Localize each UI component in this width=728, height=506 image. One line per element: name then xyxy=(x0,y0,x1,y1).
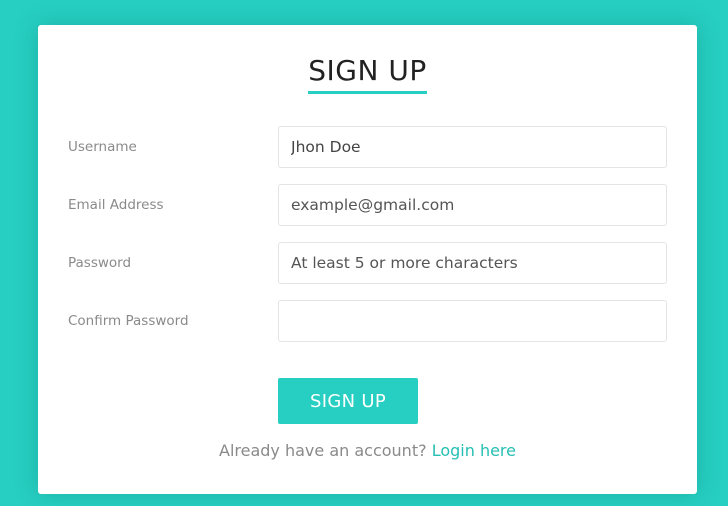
email-row: Email Address xyxy=(38,184,697,226)
password-label: Password xyxy=(68,255,132,271)
email-label: Email Address xyxy=(68,197,164,213)
confirm-password-row: Confirm Password xyxy=(38,300,697,342)
email-input[interactable] xyxy=(278,184,667,226)
username-label: Username xyxy=(68,139,137,155)
title-wrapper: SIGN UP xyxy=(38,53,697,94)
login-link[interactable]: Login here xyxy=(432,441,516,460)
username-input[interactable] xyxy=(278,126,667,168)
signup-button[interactable]: SIGN UP xyxy=(278,378,418,424)
login-prompt: Already have an account? Login here xyxy=(38,440,697,462)
signup-card: SIGN UP Username Email Address Password … xyxy=(38,25,697,494)
password-row: Password xyxy=(38,242,697,284)
username-row: Username xyxy=(38,126,697,168)
confirm-password-label: Confirm Password xyxy=(68,313,189,329)
password-input[interactable] xyxy=(278,242,667,284)
page-title: SIGN UP xyxy=(308,53,427,94)
confirm-password-input[interactable] xyxy=(278,300,667,342)
login-prompt-text: Already have an account? xyxy=(219,441,427,460)
